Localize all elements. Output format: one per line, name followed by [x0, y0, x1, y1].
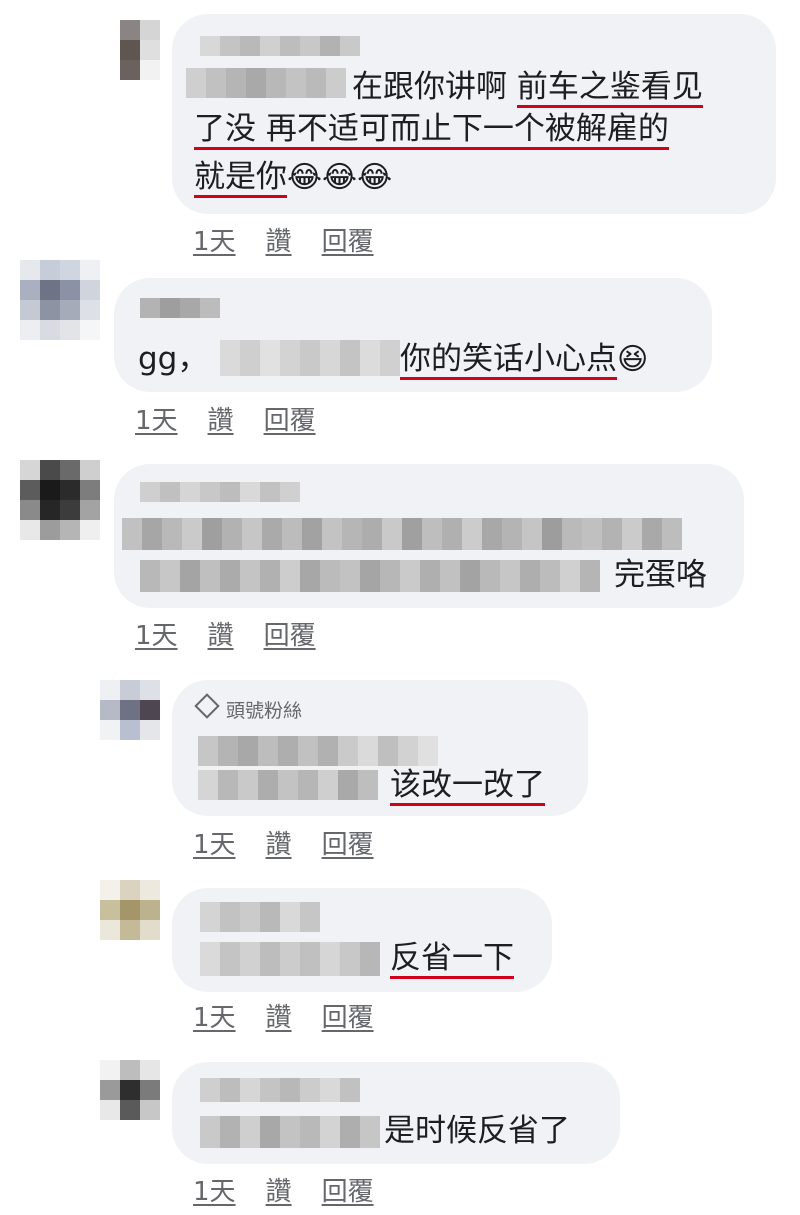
underlined-text: 就是你 [194, 159, 287, 198]
comment-text: gg， [138, 341, 209, 377]
avatar[interactable] [100, 880, 160, 940]
reply-link[interactable]: 回覆 [264, 406, 316, 436]
redacted-name [200, 36, 360, 56]
comment-text: 在跟你讲啊 [352, 69, 517, 105]
like-link[interactable]: 讚 [208, 621, 234, 651]
timestamp-link[interactable]: 1天 [193, 1003, 236, 1033]
like-link[interactable]: 讚 [208, 406, 234, 436]
like-link[interactable]: 讚 [266, 1003, 292, 1033]
timestamp-link[interactable]: 1天 [193, 830, 236, 860]
underlined-text: 前车之鉴看见 [516, 69, 703, 108]
like-link[interactable]: 讚 [266, 830, 292, 860]
underlined-text: 了没 再不适可而止下一个被解雇的 [194, 111, 669, 150]
avatar[interactable] [120, 20, 160, 80]
redacted-text [186, 68, 346, 98]
redacted-name [140, 482, 300, 502]
timestamp-link[interactable]: 1天 [193, 1177, 236, 1207]
comment-actions: 1天讚回覆 [193, 824, 404, 861]
laugh-cry-emoji: 😂😂😂 [287, 160, 393, 195]
reply-link[interactable]: 回覆 [322, 227, 374, 257]
comment-actions: 1天讚回覆 [135, 400, 346, 437]
avatar[interactable] [100, 1060, 160, 1120]
reply-link[interactable]: 回覆 [322, 830, 374, 860]
comment-actions: 1天讚回覆 [193, 221, 404, 258]
avatar[interactable] [100, 680, 160, 740]
redacted-text [198, 770, 378, 800]
diamond-icon [194, 693, 220, 719]
redacted-name [198, 736, 438, 766]
redacted-text [122, 518, 682, 550]
comment-actions: 1天讚回覆 [193, 997, 404, 1034]
top-fan-label: 頭號粉絲 [226, 700, 303, 722]
timestamp-link[interactable]: 1天 [135, 621, 178, 651]
redacted-name [200, 902, 320, 932]
comment-text: 是时候反省了 [384, 1113, 570, 1149]
redacted-text [140, 560, 600, 592]
underlined-text: 反省一下 [390, 940, 514, 979]
avatar[interactable] [20, 460, 100, 540]
timestamp-link[interactable]: 1天 [193, 227, 236, 257]
redacted-name [140, 298, 220, 318]
redacted-name [200, 1078, 360, 1102]
reply-link[interactable]: 回覆 [322, 1003, 374, 1033]
comment-actions: 1天讚回覆 [135, 615, 346, 652]
grinning-squint-emoji: 😆 [617, 342, 649, 377]
underlined-text: 该改一改了 [390, 767, 545, 806]
redacted-text [220, 340, 400, 376]
comment-text: 完蛋咯 [614, 557, 707, 593]
timestamp-link[interactable]: 1天 [135, 406, 178, 436]
reply-link[interactable]: 回覆 [322, 1177, 374, 1207]
redacted-text [200, 1116, 380, 1148]
like-link[interactable]: 讚 [266, 227, 292, 257]
reply-link[interactable]: 回覆 [264, 621, 316, 651]
avatar[interactable] [20, 260, 100, 340]
redacted-text [200, 942, 380, 976]
underlined-text: 你的笑话小心点 [400, 341, 617, 380]
top-fan-badge: 頭號粉絲 [194, 693, 303, 723]
comment-actions: 1天讚回覆 [193, 1171, 404, 1208]
like-link[interactable]: 讚 [266, 1177, 292, 1207]
